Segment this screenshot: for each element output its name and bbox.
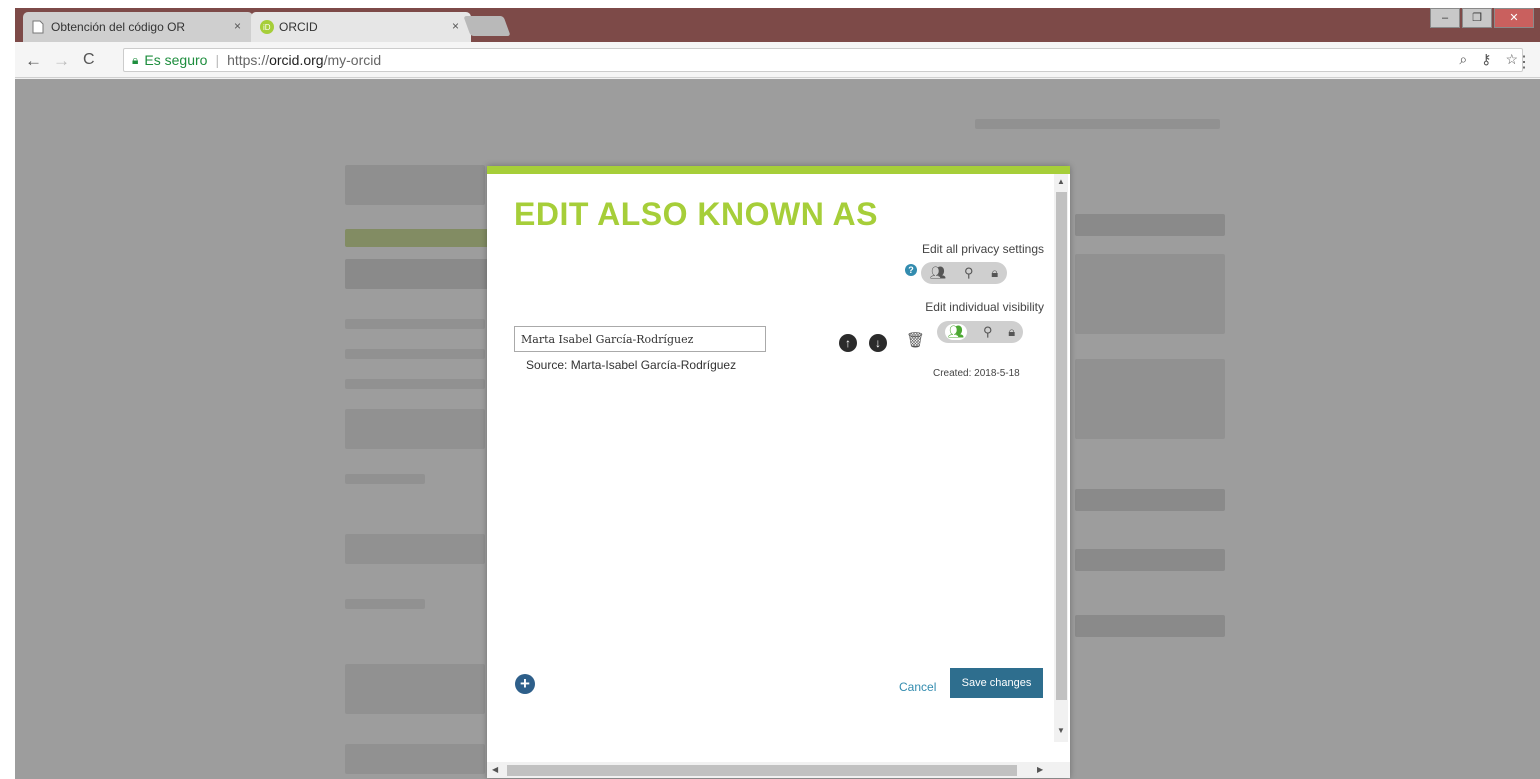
tab-strip: Obtención del código OR × iD ORCID × – ❐…	[15, 8, 1540, 42]
horizontal-scrollbar[interactable]: ◀ ▶	[487, 762, 1070, 778]
everyone-icon[interactable]: 👥︎	[930, 265, 947, 281]
arrow-up-icon[interactable]: ↑	[839, 334, 857, 352]
omnibox-icons: ⌕ ⚷ ☆	[1459, 51, 1518, 68]
zoom-icon[interactable]: ⌕	[1459, 51, 1467, 68]
lock-icon: 🔒︎	[132, 52, 139, 67]
url-host: orcid.org	[269, 52, 324, 68]
edit-also-known-as-dialog: EDIT ALSO KNOWN AS Edit all privacy sett…	[487, 166, 1070, 778]
svg-text:iD: iD	[263, 23, 271, 32]
url-path: /my-orcid	[323, 52, 382, 68]
vertical-scrollbar[interactable]: ▲ ▼	[1054, 174, 1068, 742]
tab-title: ORCID	[279, 20, 318, 34]
key-icon[interactable]: ⚷	[1481, 51, 1491, 68]
maximize-button[interactable]: ❐	[1462, 8, 1492, 28]
scroll-right-icon[interactable]: ▶	[1037, 765, 1043, 774]
window-controls: – ❐ ✕	[1430, 8, 1534, 28]
separator: |	[215, 52, 220, 68]
address-bar[interactable]: 🔒︎ Es seguro | https:// orcid.org /my-or…	[123, 48, 1523, 72]
save-changes-button[interactable]: Save changes	[950, 668, 1043, 698]
individual-visibility-toggle: 👥︎ ⚲ 🔒︎	[937, 321, 1023, 343]
tab-obtencion[interactable]: Obtención del código OR ×	[23, 12, 253, 42]
scroll-up-icon[interactable]: ▲	[1057, 177, 1065, 186]
trash-icon[interactable]: 🗑︎	[906, 331, 925, 349]
document-icon	[32, 20, 46, 34]
arrow-down-icon[interactable]: ↓	[869, 334, 887, 352]
browser-toolbar: ← → C 🔒︎ Es seguro | https:// orcid.org …	[15, 42, 1540, 78]
edit-all-privacy-label: Edit all privacy settings	[921, 242, 1044, 256]
new-tab-button[interactable]	[463, 16, 511, 36]
minimize-button[interactable]: –	[1430, 8, 1460, 28]
reload-icon[interactable]: C	[83, 51, 95, 69]
tab-close-icon[interactable]: ×	[452, 19, 459, 33]
scroll-thumb[interactable]	[1056, 192, 1067, 700]
tab-orcid[interactable]: iD ORCID ×	[251, 12, 471, 42]
dialog-title: EDIT ALSO KNOWN AS	[514, 196, 878, 232]
edit-individual-visibility-label: Edit individual visibility	[925, 300, 1044, 314]
orcid-logo-icon: iD	[260, 20, 274, 34]
scroll-down-icon[interactable]: ▼	[1057, 726, 1065, 735]
created-date: Created: 2018-5-18	[933, 368, 1020, 379]
url-scheme: https://	[227, 52, 270, 68]
trusted-parties-icon[interactable]: ⚲	[964, 265, 974, 281]
forward-icon[interactable]: →	[53, 51, 70, 71]
everyone-icon[interactable]: 👥︎	[944, 324, 968, 340]
tab-title: Obtención del código OR	[51, 20, 186, 34]
trusted-parties-icon[interactable]: ⚲	[983, 324, 993, 340]
add-entry-button[interactable]: +	[515, 674, 535, 694]
entry-source: Source: Marta-Isabel García-Rodríguez	[526, 358, 737, 372]
also-known-as-input[interactable]	[514, 326, 766, 352]
tab-close-icon[interactable]: ×	[234, 19, 241, 33]
lock-icon[interactable]: 🔒︎	[991, 265, 998, 281]
cancel-button[interactable]: Cancel	[899, 680, 936, 694]
help-icon[interactable]: ?	[905, 264, 917, 276]
lock-icon[interactable]: 🔒︎	[1008, 324, 1015, 340]
all-privacy-toggle: 👥︎ ⚲ 🔒︎	[921, 262, 1007, 284]
secure-label: Es seguro	[144, 52, 208, 68]
menu-icon[interactable]: ⋮	[1516, 52, 1532, 72]
browser-window: Obtención del código OR × iD ORCID × – ❐…	[15, 8, 1540, 779]
page-content: EDIT ALSO KNOWN AS Edit all privacy sett…	[15, 79, 1540, 779]
back-icon[interactable]: ←	[25, 51, 42, 71]
scroll-thumb[interactable]	[507, 765, 1017, 776]
scroll-left-icon[interactable]: ◀	[492, 765, 498, 774]
close-window-button[interactable]: ✕	[1494, 8, 1534, 28]
